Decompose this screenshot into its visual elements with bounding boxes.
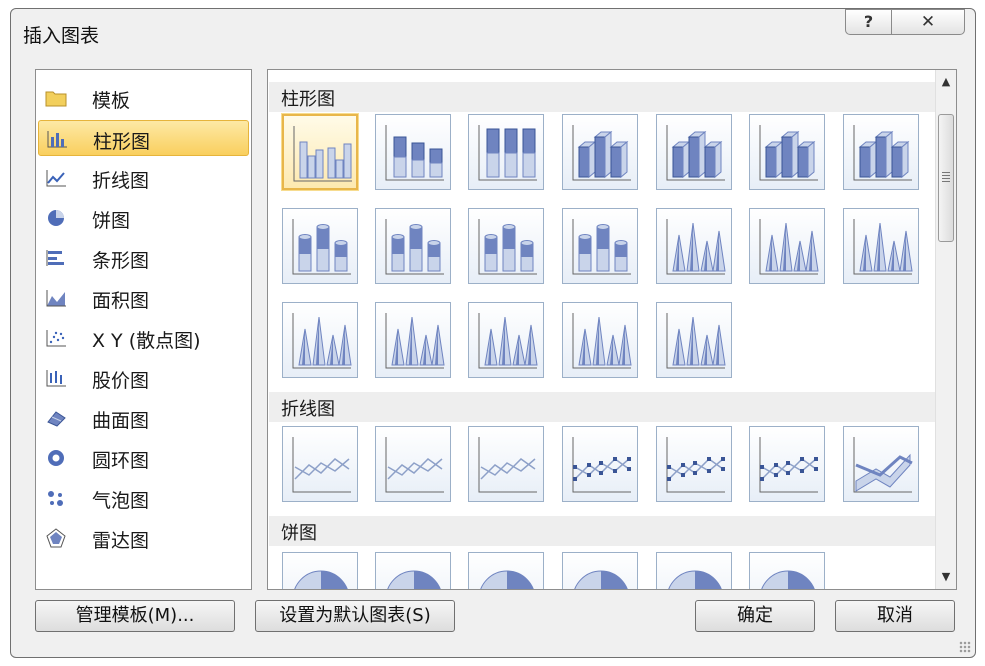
category-item[interactable]: 圆环图	[38, 440, 249, 476]
close-button[interactable]: ✕	[891, 9, 965, 35]
100-stacked-cylinder-chart-icon[interactable]	[468, 208, 544, 284]
100-stacked-line-with-markers-chart-icon[interactable]	[749, 426, 825, 502]
line-chart-icon[interactable]	[282, 426, 358, 502]
set-default-chart-button[interactable]: 设置为默认图表(S)	[255, 600, 455, 632]
3d-cone-chart-icon[interactable]	[282, 302, 358, 378]
title-bar: 插入图表 ? ✕	[11, 9, 975, 61]
3d-line-chart-icon[interactable]	[843, 426, 919, 502]
3d-column-chart-icon[interactable]	[843, 114, 919, 190]
manage-templates-button[interactable]: 管理模板(M)...	[35, 600, 235, 632]
radar-chart-icon	[45, 528, 67, 548]
dialog-title: 插入图表	[23, 25, 100, 47]
3d-stacked-column-chart-icon[interactable]	[656, 114, 732, 190]
clustered-pyramid-chart-icon[interactable]	[375, 302, 451, 378]
scroll-down-arrow-icon[interactable]: ▼	[936, 567, 956, 587]
gallery-section-header: 柱形图	[269, 82, 935, 112]
3d-100-stacked-column-chart-icon[interactable]	[749, 114, 825, 190]
bar-chart-icon	[45, 248, 67, 268]
stacked-pyramid-chart-icon[interactable]	[468, 302, 544, 378]
category-item[interactable]: 曲面图	[38, 400, 249, 436]
doughnut-chart-icon	[45, 448, 67, 468]
insert-chart-dialog: 插入图表 ? ✕ 模板 柱形图 折线图 饼图 条形图 面积图 X Y (散点图) 股价图 曲面图…	[10, 8, 976, 658]
category-label: 柱形图	[93, 131, 151, 153]
category-label: 圆环图	[92, 450, 150, 472]
category-item[interactable]: 股价图	[38, 360, 249, 396]
resize-grip-icon[interactable]	[959, 641, 971, 653]
bubble-chart-icon	[45, 488, 67, 508]
category-label: 雷达图	[92, 530, 150, 552]
line-with-markers-chart-icon[interactable]	[562, 426, 638, 502]
line-chart-icon	[45, 168, 67, 188]
category-item[interactable]: 柱形图	[38, 120, 249, 156]
cancel-button[interactable]: 取消	[835, 600, 955, 632]
100-stacked-pyramid-chart-icon[interactable]	[562, 302, 638, 378]
category-item[interactable]: 模板	[38, 80, 249, 116]
stacked-cylinder-chart-icon[interactable]	[375, 208, 451, 284]
category-label: 股价图	[92, 370, 150, 392]
category-label: 折线图	[92, 170, 150, 192]
category-label: 条形图	[92, 250, 150, 272]
surface-chart-icon	[45, 408, 67, 428]
pie-chart-icon[interactable]	[282, 552, 358, 589]
category-item[interactable]: 条形图	[38, 240, 249, 276]
clustered-cylinder-chart-icon[interactable]	[282, 208, 358, 284]
3d-pie-chart-icon[interactable]	[375, 552, 451, 589]
3d-cylinder-chart-icon[interactable]	[562, 208, 638, 284]
category-item[interactable]: 饼图	[38, 200, 249, 236]
scroll-up-arrow-icon[interactable]: ▲	[936, 72, 956, 92]
stock-chart-icon	[45, 368, 67, 388]
category-item[interactable]: 雷达图	[38, 520, 249, 556]
ok-button[interactable]: 确定	[695, 600, 815, 632]
100-stacked-line-chart-icon[interactable]	[468, 426, 544, 502]
gallery-section-header: 折线图	[269, 392, 935, 422]
gallery-section-header: 饼图	[269, 516, 935, 546]
stacked-cone-chart-icon[interactable]	[749, 208, 825, 284]
clustered-column-chart-icon[interactable]	[282, 114, 358, 190]
gallery-section-title: 饼图	[281, 523, 317, 544]
category-item[interactable]: 气泡图	[38, 480, 249, 516]
category-item[interactable]: X Y (散点图)	[38, 320, 249, 356]
stacked-line-with-markers-chart-icon[interactable]	[656, 426, 732, 502]
3d-clustered-column-chart-icon[interactable]	[562, 114, 638, 190]
area-chart-icon	[45, 288, 67, 308]
clustered-cone-chart-icon[interactable]	[656, 208, 732, 284]
chart-type-gallery: ▲ ▼ 柱形图折线图饼图	[267, 69, 957, 590]
category-item[interactable]: 面积图	[38, 280, 249, 316]
category-item[interactable]: 折线图	[38, 160, 249, 196]
3d-pyramid-chart-icon[interactable]	[656, 302, 732, 378]
100-stacked-column-chart-icon[interactable]	[468, 114, 544, 190]
gallery-scrollbar[interactable]: ▲ ▼	[935, 70, 956, 589]
category-label: 曲面图	[92, 410, 150, 432]
gallery-section-title: 折线图	[281, 399, 335, 420]
category-label: 面积图	[92, 290, 150, 312]
stacked-line-chart-icon[interactable]	[375, 426, 451, 502]
pie-of-pie-chart-icon[interactable]	[468, 552, 544, 589]
3d-exploded-pie-chart-icon[interactable]	[656, 552, 732, 589]
column-chart-icon	[46, 129, 68, 149]
stacked-column-chart-icon[interactable]	[375, 114, 451, 190]
help-button[interactable]: ?	[845, 9, 891, 35]
bar-of-pie-chart-icon[interactable]	[749, 552, 825, 589]
folder-icon	[45, 88, 67, 108]
scroll-thumb[interactable]	[938, 114, 954, 242]
category-label: 气泡图	[92, 490, 150, 512]
category-label: X Y (散点图)	[92, 330, 201, 352]
exploded-pie-chart-icon[interactable]	[562, 552, 638, 589]
pie-chart-icon	[45, 208, 67, 228]
chart-category-list: 模板柱形图折线图饼图条形图面积图 X Y (散点图) 股价图曲面图圆环图气泡图雷达图	[35, 69, 252, 590]
category-label: 模板	[92, 90, 131, 112]
gallery-section-title: 柱形图	[281, 89, 335, 110]
100-stacked-cone-chart-icon[interactable]	[843, 208, 919, 284]
category-label: 饼图	[92, 210, 131, 232]
scatter-chart-icon	[45, 328, 67, 348]
